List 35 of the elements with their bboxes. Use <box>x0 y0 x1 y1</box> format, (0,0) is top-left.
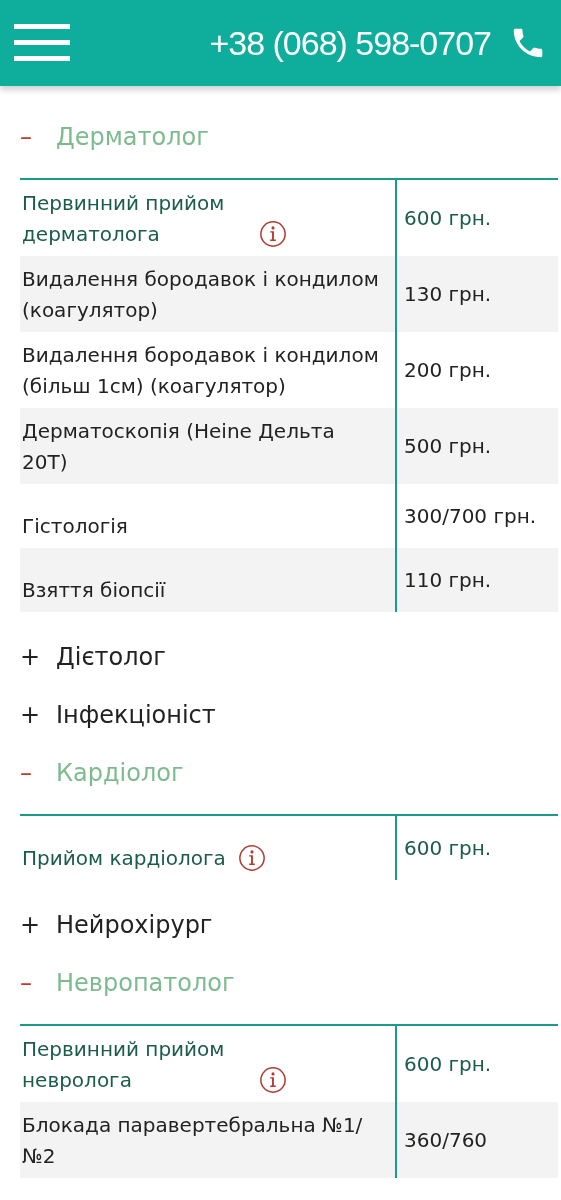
service-name: Видалення бородавок і кондилом (коагулятор) <box>22 266 380 324</box>
category-header[interactable]: – Невропатолог <box>20 954 558 1012</box>
category-title: Невропатолог <box>56 969 235 997</box>
service-name: Прийом кардіолога <box>22 845 226 872</box>
collapse-sign: – <box>20 969 33 997</box>
expand-sign: + <box>20 911 42 939</box>
service-name: Блокада паравертебральна №1/ №2 <box>22 1112 364 1170</box>
category-title: Дієтолог <box>56 643 166 671</box>
service-name: Первинний прийом дерматолога <box>22 190 226 248</box>
category-header[interactable]: + Інфекціоніст <box>20 686 558 744</box>
service-name: Первинний прийом невролога <box>22 1036 226 1094</box>
category-title: Дерматолог <box>56 123 209 151</box>
collapse-sign: – <box>20 759 33 787</box>
category-header[interactable]: – Дерматолог <box>20 108 558 166</box>
collapse-sign: – <box>20 123 33 151</box>
service-name: Дерматоскопія (Heine Дельта 20T) <box>22 418 336 476</box>
service-name: Взяття біопсії <box>22 577 166 604</box>
info-icon[interactable] <box>237 844 266 872</box>
category-title: Нейрохірург <box>56 911 213 939</box>
service-name: Гістологія <box>22 513 128 540</box>
category-header[interactable]: – Кардіолог <box>20 744 558 802</box>
info-icon[interactable] <box>259 1066 287 1094</box>
phone-number[interactable]: +38 (068) 598-0707 <box>209 23 491 63</box>
price-cell: 110 грн. <box>395 548 558 612</box>
category-header[interactable]: + Нейрохірург <box>20 896 558 954</box>
category-title: Кардіолог <box>56 759 184 787</box>
service-name: Видалення бородавок і кондилом (більш 1см) (коагулятор) <box>22 342 380 400</box>
category-header[interactable]: + Дієтолог <box>20 628 558 686</box>
category-title: Інфекціоніст <box>56 701 216 729</box>
expand-sign: + <box>20 701 42 729</box>
info-icon[interactable] <box>259 220 287 248</box>
menu-icon[interactable] <box>14 22 72 64</box>
price-cell: 360/760 <box>395 1102 558 1178</box>
price-cell: 600 грн. <box>395 816 558 880</box>
expand-sign: + <box>20 643 42 671</box>
